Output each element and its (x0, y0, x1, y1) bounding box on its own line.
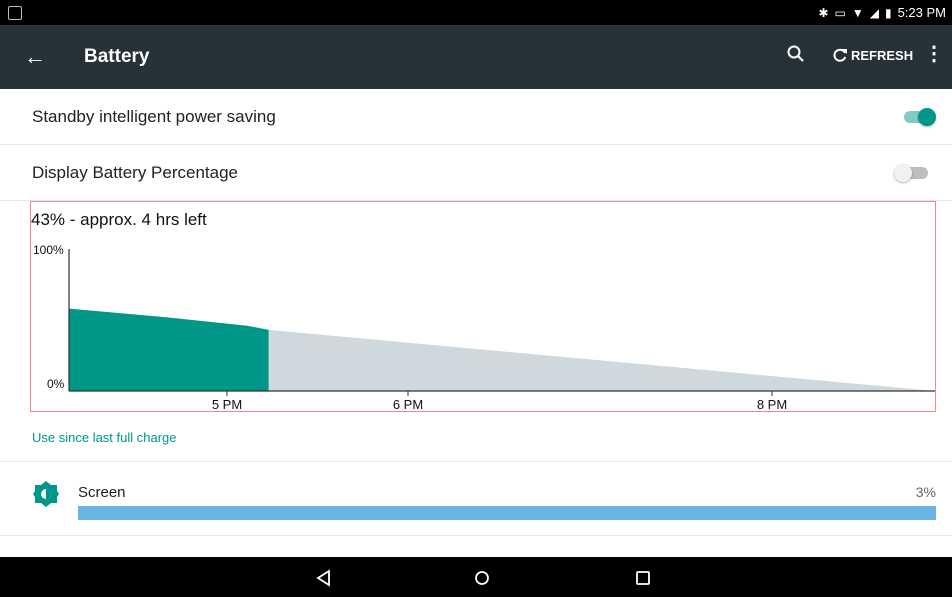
signal-icon: ◢ (869, 5, 879, 20)
percentage-toggle[interactable] (894, 164, 930, 182)
history-area (69, 308, 269, 391)
percentage-setting-row[interactable]: Display Battery Percentage (0, 145, 952, 201)
usage-item-percent: 3% (915, 484, 936, 500)
search-icon[interactable] (785, 43, 807, 65)
x-tick-6pm: 6 PM (393, 397, 423, 411)
nav-recents-icon[interactable] (632, 567, 654, 589)
battery-chart-svg: 100% 0% 5 PM 6 PM 8 PM (33, 243, 935, 411)
y-tick-0: 0% (47, 377, 65, 391)
standby-toggle[interactable] (900, 108, 936, 126)
brightness-icon (33, 481, 59, 507)
navigation-bar (0, 557, 952, 597)
app-bar: ← Battery REFRESH ⋮ (0, 25, 952, 89)
nav-back-icon[interactable] (313, 567, 335, 589)
percentage-label: Display Battery Percentage (32, 163, 238, 182)
page-title: Battery (84, 46, 150, 67)
usage-item-bar-fill (78, 506, 936, 520)
refresh-button[interactable]: REFRESH (832, 47, 913, 63)
wifi-icon: ▼ (851, 5, 864, 20)
refresh-icon (833, 48, 847, 62)
x-tick-5pm: 5 PM (212, 397, 242, 411)
usage-item-screen[interactable]: Screen 3% (0, 462, 952, 534)
use-since-link[interactable]: Use since last full charge (32, 430, 177, 445)
standby-setting-row[interactable]: Standby intelligent power saving (0, 89, 952, 145)
nav-home-icon[interactable] (471, 567, 493, 589)
divider (0, 535, 952, 536)
battery-chart: 43% - approx. 4 hrs left 100% 0% 5 PM 6 … (30, 201, 936, 412)
battery-icon: ▮ (884, 5, 892, 20)
status-time: 5:23 PM (897, 5, 946, 20)
x-tick-8pm: 8 PM (757, 397, 787, 411)
vibrate-icon: ▭ (834, 5, 846, 20)
more-vert-icon[interactable]: ⋮ (924, 43, 944, 65)
usage-item-label: Screen (78, 484, 126, 501)
bluetooth-icon: ✱ (818, 5, 829, 20)
prediction-area (268, 329, 935, 391)
usage-item-bar (78, 506, 936, 520)
refresh-label: REFRESH (851, 47, 914, 63)
back-arrow-icon[interactable]: ← (24, 45, 46, 69)
status-bar: ✱ ▭ ▼ ◢ ▮ 5:23 PM (0, 0, 952, 25)
image-icon (8, 6, 22, 20)
y-tick-100: 100% (33, 243, 64, 257)
standby-label: Standby intelligent power saving (32, 107, 276, 126)
